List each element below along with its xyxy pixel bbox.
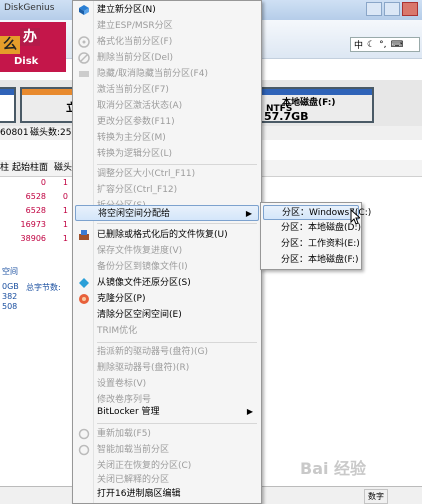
partition-size: 57.7GB <box>264 110 309 123</box>
format-icon <box>78 36 90 48</box>
table-row[interactable]: 6528 0 <box>0 192 70 206</box>
menu-item-change-params[interactable]: 更改分区参数(F11) <box>75 114 259 130</box>
smart-load-icon <box>78 444 90 456</box>
menu-item-resize[interactable]: 调整分区大小(Ctrl_F11) <box>75 166 259 182</box>
logo-tile: 么 <box>0 36 20 54</box>
watermark: Bai 经验 <box>300 459 367 478</box>
menu-item-trim[interactable]: TRIM优化 <box>75 323 259 339</box>
header-left-marker: 柱 <box>0 163 10 173</box>
detail-value: 382 <box>2 292 18 301</box>
clone-icon <box>78 293 90 305</box>
menu-item-restore-image[interactable]: 从镜像文件还原分区(S) <box>75 275 259 291</box>
header-start-cyl: 起始柱面 <box>12 163 49 173</box>
menu-item-to-logical[interactable]: 转换为逻辑分区(L) <box>75 146 259 162</box>
hide-icon <box>78 68 90 80</box>
ime-bar[interactable]: 中 ☾ °, ⌨ <box>350 37 420 52</box>
menu-item-esp-msr[interactable]: 建立ESP/MSR分区 <box>75 18 259 34</box>
info-left: 60801 <box>0 128 29 138</box>
window-controls <box>366 2 418 16</box>
menu-item-wipe-free-space[interactable]: 清除分区空闲空间(E) <box>75 307 259 323</box>
menu-item-remove-letter[interactable]: 删除驱动器号(盘符)(R) <box>75 360 259 376</box>
menu-item-assign-letter[interactable]: 指派新的驱动器号(盘符)(G) <box>75 344 259 360</box>
logo-brand: Disk <box>14 56 39 67</box>
menu-item-file-recovery[interactable]: 已删除或格式化后的文件恢复(U) <box>75 227 259 243</box>
table-row[interactable]: 6528 1 <box>0 206 70 220</box>
submenu-item-d[interactable]: 分区：本地磁盘(D:) <box>263 221 361 236</box>
menu-item-to-primary[interactable]: 转换为主分区(M) <box>75 130 259 146</box>
menu-separator <box>97 342 257 343</box>
detail-value: 508 <box>2 302 18 311</box>
menu-item-hex-editor[interactable]: 打开16进制扇区编辑 <box>75 486 259 502</box>
table-row[interactable]: 16973 1 <box>0 220 70 234</box>
submenu-allocate: 分区：Windows7(C:) 分区：本地磁盘(D:) 分区：工作资料(E:) … <box>260 202 371 270</box>
menu-item-reload[interactable]: 重新加载(F5) <box>75 426 259 442</box>
detail-total-bytes: 总字节数: <box>26 283 61 292</box>
restore-icon <box>78 277 90 289</box>
delete-icon <box>78 52 90 64</box>
menu-item-save-recovery[interactable]: 保存文件恢复进度(V) <box>75 243 259 259</box>
submenu-item-f[interactable]: 分区：本地磁盘(F:) <box>263 253 359 268</box>
context-menu: 建立新分区(N) 建立ESP/MSR分区 格式化当前分区(F) 删除当前分区(D… <box>72 0 262 504</box>
partition-block[interactable]: 本地磁盘(F:) NTFS 57.7GB <box>254 87 374 123</box>
logo-tile: 办 <box>20 28 40 46</box>
menu-separator <box>97 223 257 224</box>
punct-icon[interactable]: °, <box>379 40 386 50</box>
detail-value: 0GB <box>2 282 19 291</box>
menu-item-set-label[interactable]: 设置卷标(V) <box>75 376 259 392</box>
header-head: 磁头 <box>54 163 73 173</box>
menu-item-new-partition[interactable]: 建立新分区(N) <box>75 2 259 18</box>
menu-separator <box>97 423 257 424</box>
app-logo: 办 么 Disk <box>0 22 66 72</box>
reload-icon <box>78 428 90 440</box>
menu-item-bitlocker[interactable]: BitLocker 管理 ▶ <box>75 404 259 420</box>
menu-item-clone[interactable]: 克隆分区(P) <box>75 291 259 307</box>
menu-item-deactivate[interactable]: 取消分区激活状态(A) <box>75 98 259 114</box>
submenu-item-e[interactable]: 分区：工作资料(E:) <box>263 237 360 252</box>
moon-icon[interactable]: ☾ <box>367 40 375 50</box>
partition-block[interactable]: 立 <box>20 87 80 123</box>
menu-item-activate[interactable]: 激活当前分区(F7) <box>75 82 259 98</box>
menu-separator <box>97 164 257 165</box>
partition-block[interactable] <box>0 87 16 123</box>
menu-item-allocate-free-space[interactable]: 将空闲空间分配给 ▶ <box>75 205 259 221</box>
detail-title: 空间 <box>2 267 18 276</box>
keyboard-icon[interactable]: ⌨ <box>390 40 403 50</box>
app-window: DiskGenius 办 么 Disk 中 ☾ °, ⌨ 立 本地磁盘(F:) … <box>0 0 422 504</box>
mouse-cursor-icon <box>350 208 362 225</box>
new-partition-icon <box>78 4 90 16</box>
minimize-button[interactable] <box>366 2 382 16</box>
menu-item-format[interactable]: 格式化当前分区(F) <box>75 34 259 50</box>
window-title: DiskGenius <box>4 3 55 13</box>
menu-item-backup-image[interactable]: 备份分区到镜像文件(I) <box>75 259 259 275</box>
menu-item-hide[interactable]: 隐藏/取消隐藏当前分区(F4) <box>75 66 259 82</box>
status-num: 数字 <box>364 489 388 504</box>
table-row[interactable]: 01 <box>0 178 70 192</box>
menu-item-smart-load[interactable]: 智能加载当前分区 <box>75 442 259 458</box>
info-heads: 磁头数:255 <box>30 128 78 138</box>
table-row[interactable]: 38906 1 <box>0 234 70 248</box>
ime-lang[interactable]: 中 <box>354 38 363 51</box>
close-button[interactable] <box>402 2 418 16</box>
detail-panel: 空间 0GB 总字节数: 382 508 <box>0 262 70 502</box>
submenu-item-c[interactable]: 分区：Windows7(C:) <box>263 205 371 220</box>
maximize-button[interactable] <box>384 2 400 16</box>
submenu-arrow-icon: ▶ <box>246 407 253 416</box>
menu-item-extend[interactable]: 扩容分区(Ctrl_F12) <box>75 182 259 198</box>
menu-item-delete[interactable]: 删除当前分区(Del) <box>75 50 259 66</box>
recover-icon <box>78 229 90 241</box>
submenu-arrow-icon: ▶ <box>245 209 252 218</box>
